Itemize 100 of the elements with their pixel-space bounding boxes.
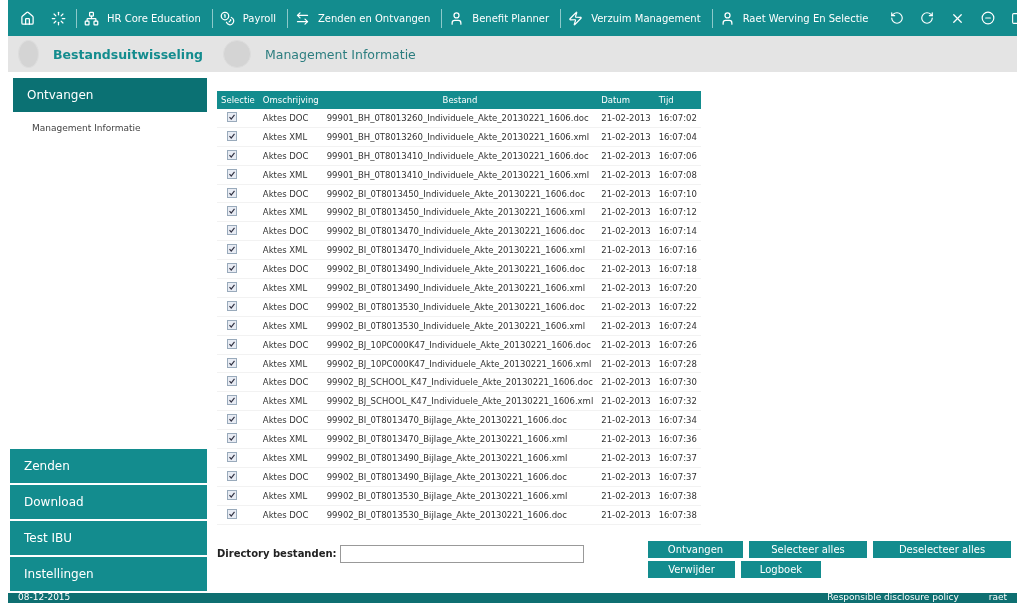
checkbox[interactable] [227, 319, 237, 330]
table-cell: 99902_BI_0T8013490_Individuele_Akte_20130221_1606.xml [322, 278, 598, 298]
checkbox[interactable] [227, 263, 237, 274]
sidebar-item[interactable]: Test IBU [10, 521, 207, 555]
table-cell: 16:07:32 [654, 391, 701, 411]
module-button[interactable]: Payroll [211, 8, 283, 28]
table-cell: 21-02-2013 [597, 335, 655, 355]
table-cell: 99902_BJ_SCHOOL_K47_Individuele_Akte_20130221_1606.doc [322, 372, 598, 392]
table-cell: 21-02-2013 [597, 297, 655, 317]
table-cell: 21-02-2013 [597, 165, 655, 185]
checkbox[interactable] [227, 111, 237, 122]
checkbox[interactable] [227, 433, 237, 444]
directory-field[interactable] [339, 544, 584, 563]
checkbox[interactable] [227, 281, 237, 292]
sidebar-item[interactable]: Ontvangen [10, 78, 207, 112]
table-cell: Aktes XML [258, 316, 323, 336]
checkbox[interactable] [227, 470, 237, 481]
table-cell: Aktes XML [258, 202, 323, 222]
table-cell: 99902_BI_0T8013470_Individuele_Akte_20130221_1606.xml [322, 240, 598, 260]
checkbox[interactable] [227, 225, 237, 236]
checkbox[interactable] [227, 414, 237, 425]
sidebar-item[interactable]: Download [10, 485, 207, 519]
person-icon [449, 10, 465, 26]
checkbox[interactable] [227, 376, 237, 387]
checkbox[interactable] [227, 168, 237, 179]
table-cell: 21-02-2013 [597, 372, 655, 392]
coins-icon [219, 10, 235, 26]
table-cell: 99901_BH_0T8013410_Individuele_Akte_20130221_1606.xml [322, 165, 598, 185]
table-cell: 21-02-2013 [597, 391, 655, 411]
checkbox[interactable] [227, 206, 237, 217]
checkbox[interactable] [227, 357, 237, 368]
table-cell: Aktes DOC [258, 184, 323, 203]
breadcrumb-tab[interactable]: Management Informatie [213, 40, 513, 68]
table-cell: 21-02-2013 [597, 146, 655, 166]
table-cell: 16:07:12 [654, 202, 701, 222]
table-cell: Aktes XML [258, 486, 323, 506]
table-cell: 21-02-2013 [597, 109, 655, 128]
column-header: Selectie [217, 91, 259, 109]
column-header: Datum [597, 91, 655, 109]
person-icon [719, 10, 735, 26]
table-cell: 21-02-2013 [597, 486, 655, 506]
module-button[interactable]: Raet Werving En Selectie [711, 8, 876, 28]
table-cell: 21-02-2013 [597, 240, 655, 260]
table-cell: Aktes DOC [258, 109, 323, 128]
table-cell: Aktes DOC [258, 259, 323, 279]
table-cell: 16:07:04 [654, 127, 701, 147]
action-button[interactable]: Deselecteer alles [873, 540, 1011, 558]
footer-date: 08-12-2015 [18, 593, 71, 602]
action-button[interactable]: Selecteer alles [749, 540, 867, 558]
checkbox[interactable] [227, 244, 237, 255]
sidebar-item[interactable]: Instellingen [10, 557, 207, 591]
action-button[interactable]: Ontvangen [648, 540, 743, 558]
checkbox[interactable] [227, 489, 237, 500]
field-label: Directory bestanden: [217, 548, 337, 560]
sidebar-item[interactable]: Zenden [10, 449, 207, 483]
table-cell: 99901_BH_0T8013260_Individuele_Akte_20130221_1606.xml [322, 127, 598, 147]
table-cell: 16:07:18 [654, 259, 701, 279]
table-cell: 99902_BI_0T8013490_Bijlage_Akte_20130221_1606.xml [322, 448, 598, 468]
table-cell: 16:07:30 [654, 372, 701, 392]
module-button[interactable]: Verzuim Management [560, 8, 708, 28]
table-cell: 16:07:14 [654, 221, 701, 241]
checkbox[interactable] [227, 338, 237, 349]
table-cell: 16:07:24 [654, 316, 701, 336]
disclosure-link[interactable]: Responsible disclosure policy [827, 593, 959, 602]
module-button[interactable]: Zenden en Ontvangen [286, 8, 438, 28]
sidebar-subitem[interactable]: Management Informatie [10, 114, 207, 142]
table-cell: Aktes XML [258, 448, 323, 468]
checkbox[interactable] [227, 451, 237, 462]
column-header: Tijd [654, 91, 701, 109]
table-cell: 16:07:36 [654, 429, 701, 449]
module-button[interactable]: HR Core Education [76, 8, 208, 28]
table-cell: Aktes DOC [258, 335, 323, 355]
table-cell: Aktes DOC [258, 372, 323, 392]
table-cell: 21-02-2013 [597, 467, 655, 487]
table-cell: 99902_BI_0T8013450_Individuele_Akte_20130221_1606.doc [322, 184, 598, 203]
breadcrumb-tab[interactable]: Bestandsuitwisseling [8, 40, 213, 68]
table-cell: Aktes XML [258, 127, 323, 147]
table-cell: 16:07:37 [654, 448, 701, 468]
table-cell: Aktes DOC [258, 297, 323, 317]
checkbox[interactable] [227, 149, 237, 160]
table-cell: 99902_BJ_10PC000K47_Individuele_Akte_20130221_1606.doc [322, 335, 598, 355]
table-cell: 99902_BI_0T8013450_Individuele_Akte_20130221_1606.xml [322, 202, 598, 222]
module-button[interactable]: Benefit Planner [441, 8, 557, 28]
table-cell: 21-02-2013 [597, 259, 655, 279]
checkbox[interactable] [227, 508, 237, 519]
checkbox[interactable] [227, 130, 237, 141]
action-button[interactable]: Verwijder [648, 560, 735, 578]
exchange-icon [294, 10, 310, 26]
table-cell: 99901_BH_0T8013260_Individuele_Akte_20130221_1606.doc [322, 109, 598, 128]
table-cell: 16:07:37 [654, 467, 701, 487]
table-cell: 16:07:34 [654, 410, 701, 430]
checkbox[interactable] [227, 187, 237, 198]
logo-text: raet [988, 593, 1007, 602]
table-cell: 16:07:08 [654, 165, 701, 185]
checkbox[interactable] [227, 395, 237, 406]
table-cell: 99902_BI_0T8013530_Individuele_Akte_20130221_1606.xml [322, 316, 598, 336]
action-button[interactable]: Logboek [741, 560, 821, 578]
table-cell: Aktes XML [258, 429, 323, 449]
checkbox[interactable] [227, 300, 237, 311]
table-cell: 21-02-2013 [597, 221, 655, 241]
